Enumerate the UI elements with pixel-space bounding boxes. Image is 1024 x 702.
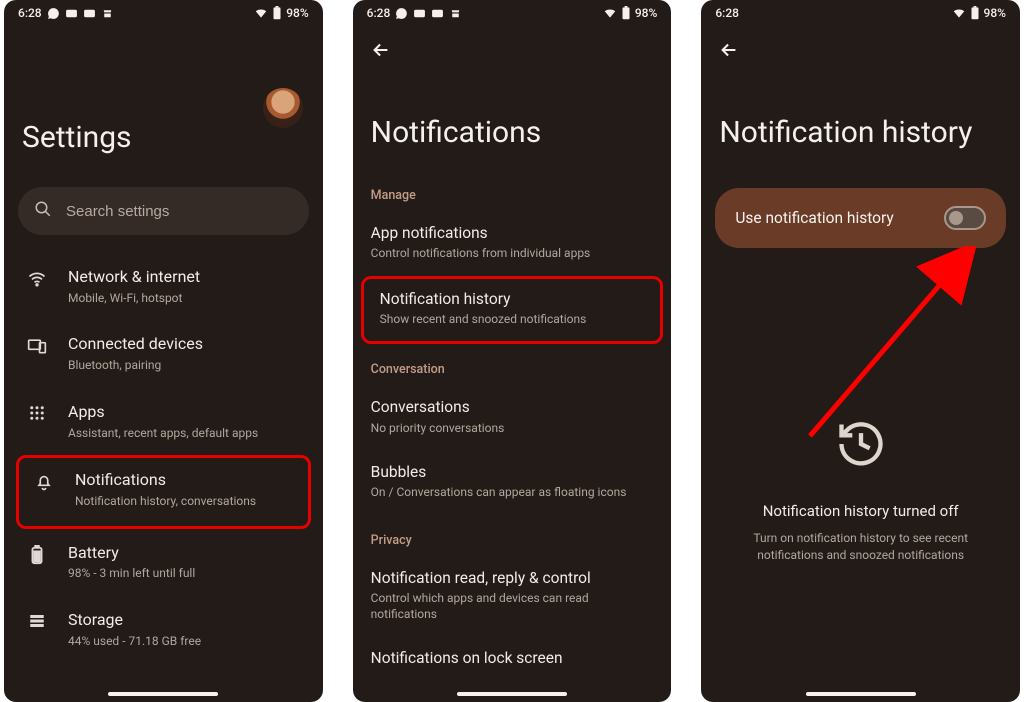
item-title: Bubbles bbox=[371, 462, 654, 482]
empty-subtitle: Turn on notification history to see rece… bbox=[729, 530, 992, 564]
status-battery: 98% bbox=[635, 6, 657, 20]
item-title: App notifications bbox=[371, 223, 654, 243]
status-time: 6:28 bbox=[18, 6, 42, 20]
settings-item-notifications[interactable]: Notifications Notification history, conv… bbox=[16, 455, 311, 528]
item-title: Storage bbox=[68, 610, 301, 631]
nav-bar[interactable] bbox=[353, 692, 672, 696]
section-conversation: Conversation Conversations No priority c… bbox=[353, 344, 672, 514]
toggle-switch[interactable] bbox=[944, 206, 986, 230]
item-notification-history[interactable]: Notification history Show recent and sno… bbox=[361, 276, 664, 345]
item-subtitle: Show recent and snoozed notifications bbox=[380, 312, 645, 328]
page-title: Notification history bbox=[719, 115, 1002, 150]
section-label: Privacy bbox=[353, 515, 672, 556]
item-title: Connected devices bbox=[68, 334, 301, 355]
settings-list: Network & internet Mobile, Wi-Fi, hotspo… bbox=[4, 253, 323, 663]
battery-status-icon bbox=[621, 6, 631, 20]
status-battery: 98% bbox=[984, 6, 1006, 20]
wifi-status-icon bbox=[254, 6, 268, 20]
empty-state: Notification history turned off Turn on … bbox=[701, 258, 1020, 564]
item-title: Battery bbox=[68, 543, 301, 564]
toggle-label: Use notification history bbox=[735, 209, 893, 227]
item-subtitle: Assistant, recent apps, default apps bbox=[68, 426, 301, 442]
status-battery: 98% bbox=[286, 6, 308, 20]
phone-notifications: 6:28 98% Notifications Manage App notifi… bbox=[353, 0, 672, 702]
settings-item-storage[interactable]: Storage 44% used - 71.18 GB free bbox=[8, 596, 319, 663]
section-label: Conversation bbox=[353, 344, 672, 385]
nav-bar[interactable] bbox=[4, 692, 323, 696]
status-bar: 6:28 98% bbox=[353, 0, 672, 24]
apps-grid-icon bbox=[26, 402, 48, 422]
item-title: Notification history bbox=[380, 289, 645, 309]
status-time: 6:28 bbox=[715, 6, 739, 20]
item-title: Notification read, reply & control bbox=[371, 568, 654, 588]
store-icon bbox=[449, 7, 462, 20]
back-button[interactable] bbox=[369, 38, 393, 62]
whatsapp-icon bbox=[395, 7, 408, 20]
status-time: 6:28 bbox=[367, 6, 391, 20]
nav-bar[interactable] bbox=[701, 692, 1020, 696]
item-notification-read-reply[interactable]: Notification read, reply & control Contr… bbox=[353, 556, 672, 636]
item-title: Notifications bbox=[75, 470, 294, 491]
item-bubbles[interactable]: Bubbles On / Conversations can appear as… bbox=[353, 450, 672, 515]
search-icon bbox=[34, 200, 52, 222]
toggle-use-notification-history[interactable]: Use notification history bbox=[715, 188, 1006, 248]
empty-title: Notification history turned off bbox=[729, 502, 992, 520]
item-title: Conversations bbox=[371, 397, 654, 417]
item-subtitle: No priority conversations bbox=[371, 421, 654, 437]
back-button[interactable] bbox=[717, 38, 741, 62]
item-subtitle: 44% used - 71.18 GB free bbox=[68, 634, 301, 650]
status-bar: 6:28 98% bbox=[4, 0, 323, 24]
youtube-icon-2 bbox=[83, 7, 96, 20]
youtube-icon bbox=[65, 7, 78, 20]
item-title: Notifications on lock screen bbox=[371, 648, 654, 668]
item-subtitle: On / Conversations can appear as floatin… bbox=[371, 485, 654, 501]
item-subtitle: Mobile, Wi-Fi, hotspot bbox=[68, 291, 301, 307]
settings-item-battery[interactable]: Battery 98% - 3 min left until full bbox=[8, 529, 319, 596]
phone-settings: 6:28 98% Settings Network & internet Mob… bbox=[4, 0, 323, 702]
store-icon bbox=[101, 7, 114, 20]
section-label: Manage bbox=[353, 170, 672, 211]
settings-item-connected-devices[interactable]: Connected devices Bluetooth, pairing bbox=[8, 320, 319, 387]
wifi-status-icon bbox=[603, 6, 617, 20]
whatsapp-icon bbox=[47, 7, 60, 20]
page-title: Settings bbox=[22, 120, 305, 155]
item-conversations[interactable]: Conversations No priority conversations bbox=[353, 385, 672, 450]
youtube-icon bbox=[413, 7, 426, 20]
item-title: Network & internet bbox=[68, 267, 301, 288]
item-subtitle: 98% - 3 min left until full bbox=[68, 566, 301, 582]
section-privacy: Privacy Notification read, reply & contr… bbox=[353, 515, 672, 668]
battery-status-icon bbox=[970, 6, 980, 20]
item-subtitle: Control notifications from individual ap… bbox=[371, 246, 654, 262]
item-app-notifications[interactable]: App notifications Control notifications … bbox=[353, 211, 672, 276]
item-subtitle: Control which apps and devices can read … bbox=[371, 591, 654, 622]
history-icon bbox=[835, 418, 887, 470]
item-lock-screen-notifications[interactable]: Notifications on lock screen bbox=[353, 636, 672, 668]
wifi-status-icon bbox=[952, 6, 966, 20]
section-manage: Manage App notifications Control notific… bbox=[353, 170, 672, 344]
status-bar: 6:28 98% bbox=[701, 0, 1020, 24]
settings-item-network[interactable]: Network & internet Mobile, Wi-Fi, hotspo… bbox=[8, 253, 319, 320]
page-title: Notifications bbox=[371, 115, 654, 150]
devices-icon bbox=[26, 334, 48, 356]
search-input[interactable] bbox=[66, 203, 293, 220]
item-title: Apps bbox=[68, 402, 301, 423]
storage-icon bbox=[26, 610, 48, 630]
youtube-icon-2 bbox=[431, 7, 444, 20]
battery-icon bbox=[26, 543, 48, 565]
avatar[interactable] bbox=[263, 88, 303, 128]
settings-item-apps[interactable]: Apps Assistant, recent apps, default app… bbox=[8, 388, 319, 455]
item-subtitle: Notification history, conversations bbox=[75, 494, 294, 510]
wifi-icon bbox=[26, 267, 48, 289]
bell-icon bbox=[33, 470, 55, 492]
item-subtitle: Bluetooth, pairing bbox=[68, 358, 301, 374]
phone-notification-history: 6:28 98% Notification history Use notifi… bbox=[701, 0, 1020, 702]
search-settings[interactable] bbox=[18, 187, 309, 235]
battery-status-icon bbox=[272, 6, 282, 20]
